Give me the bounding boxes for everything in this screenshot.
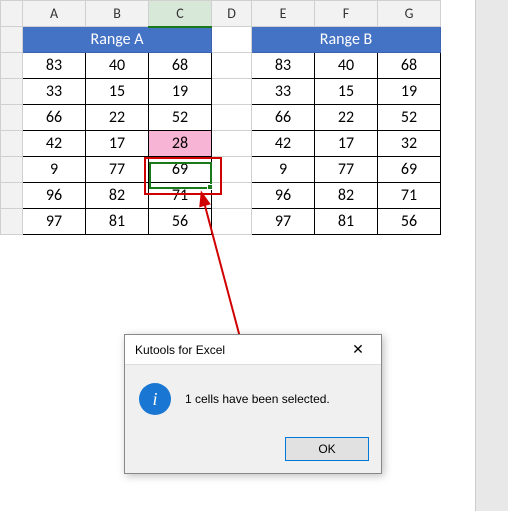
- cell[interactable]: 15: [86, 79, 149, 105]
- cell[interactable]: [212, 79, 252, 105]
- cell[interactable]: 81: [315, 209, 378, 235]
- row-header[interactable]: [1, 105, 23, 131]
- cell[interactable]: [212, 53, 252, 79]
- cell[interactable]: 71: [378, 183, 441, 209]
- highlighted-cell[interactable]: 28: [149, 131, 212, 157]
- row-header[interactable]: [1, 131, 23, 157]
- col-header-d[interactable]: D: [212, 1, 252, 27]
- close-icon[interactable]: ✕: [343, 341, 373, 358]
- spreadsheet-grid[interactable]: A B C D E F G Range A Range B 83 40 68 8…: [0, 0, 441, 235]
- cell[interactable]: 77: [315, 157, 378, 183]
- col-header-f[interactable]: F: [315, 1, 378, 27]
- cell[interactable]: 68: [149, 53, 212, 79]
- cell[interactable]: 82: [86, 183, 149, 209]
- cell[interactable]: 81: [86, 209, 149, 235]
- cell[interactable]: 52: [149, 105, 212, 131]
- cell[interactable]: [212, 209, 252, 235]
- row-header[interactable]: [1, 53, 23, 79]
- cell[interactable]: [212, 105, 252, 131]
- cell[interactable]: 97: [23, 209, 86, 235]
- cell[interactable]: 40: [86, 53, 149, 79]
- cell[interactable]: 83: [252, 53, 315, 79]
- cell[interactable]: 19: [378, 79, 441, 105]
- corner-cell[interactable]: [1, 1, 23, 27]
- cell[interactable]: 32: [378, 131, 441, 157]
- cell[interactable]: [212, 157, 252, 183]
- row-header[interactable]: [1, 27, 23, 53]
- cell[interactable]: 56: [378, 209, 441, 235]
- info-icon: i: [139, 383, 171, 415]
- cell[interactable]: 40: [315, 53, 378, 79]
- row-header[interactable]: [1, 183, 23, 209]
- cell[interactable]: 77: [86, 157, 149, 183]
- cell[interactable]: 66: [252, 105, 315, 131]
- sheet-gutter: [475, 0, 508, 511]
- cell[interactable]: 96: [23, 183, 86, 209]
- cell[interactable]: 66: [23, 105, 86, 131]
- cell[interactable]: 82: [315, 183, 378, 209]
- row-header[interactable]: [1, 209, 23, 235]
- cell[interactable]: 19: [149, 79, 212, 105]
- cell[interactable]: 17: [86, 131, 149, 157]
- cell[interactable]: 97: [252, 209, 315, 235]
- col-header-e[interactable]: E: [252, 1, 315, 27]
- cell[interactable]: 56: [149, 209, 212, 235]
- cell[interactable]: [212, 27, 252, 53]
- dialog-titlebar[interactable]: Kutools for Excel ✕: [125, 335, 381, 365]
- row-header[interactable]: [1, 79, 23, 105]
- row-header[interactable]: [1, 157, 23, 183]
- cell[interactable]: 33: [23, 79, 86, 105]
- cell[interactable]: 69: [149, 157, 212, 183]
- cell[interactable]: 9: [252, 157, 315, 183]
- ok-button[interactable]: OK: [285, 437, 369, 461]
- cell[interactable]: [212, 131, 252, 157]
- cell[interactable]: 33: [252, 79, 315, 105]
- cell[interactable]: 15: [315, 79, 378, 105]
- cell[interactable]: 96: [252, 183, 315, 209]
- cell[interactable]: 9: [23, 157, 86, 183]
- cell[interactable]: 17: [315, 131, 378, 157]
- cell[interactable]: 52: [378, 105, 441, 131]
- col-header-b[interactable]: B: [86, 1, 149, 27]
- cell[interactable]: 22: [86, 105, 149, 131]
- cell[interactable]: 22: [315, 105, 378, 131]
- col-header-a[interactable]: A: [23, 1, 86, 27]
- range-b-title[interactable]: Range B: [252, 27, 441, 53]
- cell[interactable]: 69: [378, 157, 441, 183]
- dialog-message: 1 cells have been selected.: [185, 392, 330, 406]
- range-a-title[interactable]: Range A: [23, 27, 212, 53]
- cell[interactable]: 71: [149, 183, 212, 209]
- dialog-kutools: Kutools for Excel ✕ i 1 cells have been …: [124, 334, 382, 474]
- col-header-c[interactable]: C: [149, 1, 212, 27]
- cell[interactable]: [212, 183, 252, 209]
- cell[interactable]: 42: [252, 131, 315, 157]
- col-header-g[interactable]: G: [378, 1, 441, 27]
- cell[interactable]: 68: [378, 53, 441, 79]
- cell[interactable]: 83: [23, 53, 86, 79]
- cell[interactable]: 42: [23, 131, 86, 157]
- dialog-title-text: Kutools for Excel: [135, 343, 225, 357]
